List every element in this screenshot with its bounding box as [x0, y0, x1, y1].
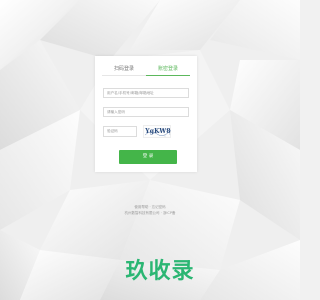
- tab-password-login[interactable]: 账密登录: [146, 63, 190, 75]
- footer-copyright: 杭州数智科技有限公司 · 浙ICP备: [124, 211, 176, 215]
- captcha-image[interactable]: YgKW8: [143, 125, 172, 138]
- active-tab-indicator: [146, 75, 190, 76]
- footer-links[interactable]: 使用帮助 · 忘记密码: [90, 205, 210, 210]
- password-input[interactable]: 请输入密码: [103, 107, 189, 117]
- login-tabs: 扫码登录 账密登录: [95, 63, 197, 76]
- watermark-logo: 玖收录: [125, 259, 195, 284]
- login-button[interactable]: 登 录: [119, 150, 177, 164]
- username-input[interactable]: 用户名/手机号/邮箱/邮箱地址: [103, 88, 189, 98]
- captcha-text: YgKW8: [145, 128, 171, 135]
- tab-qr-login[interactable]: 扫码登录: [102, 63, 146, 75]
- captcha-input[interactable]: 验证码: [103, 126, 137, 137]
- login-card: 扫码登录 账密登录 用户名/手机号/邮箱/邮箱地址 请输入密码 验证码 YgKW…: [95, 56, 197, 172]
